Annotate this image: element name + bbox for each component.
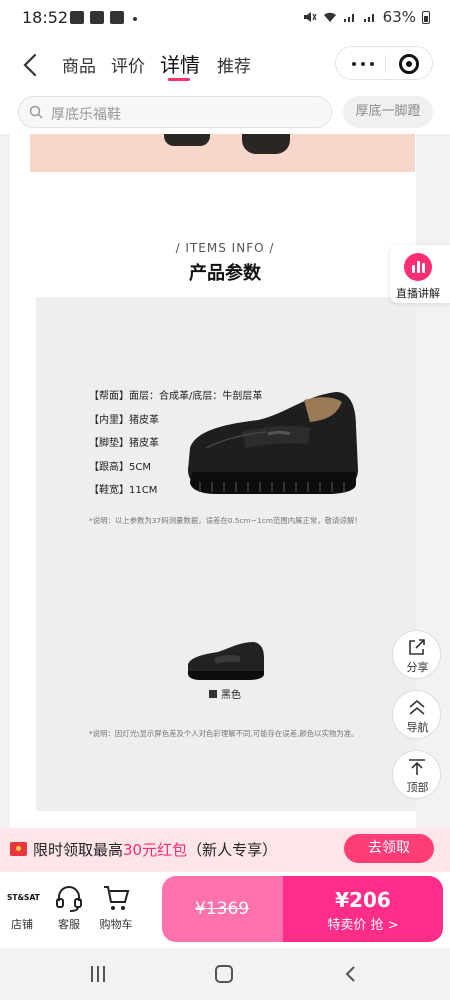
tab-details[interactable]: 详情	[160, 49, 200, 78]
search-icon	[29, 105, 43, 119]
measurement-note: *说明：以上参数为37码测量数据，误差在0.5cm~1cm范围内属正常，敬请谅解…	[89, 516, 362, 525]
signal-icon	[343, 14, 354, 22]
home-icon[interactable]	[215, 965, 233, 983]
service-label: 客服	[58, 918, 80, 931]
guide-label: 导航	[406, 721, 429, 734]
promo-text: 限时领取最高30元红包（新人专享）	[33, 839, 277, 860]
gallery-notification-icon	[70, 11, 84, 24]
cart-icon	[104, 886, 130, 910]
product-banner-image	[30, 134, 415, 172]
loafer-product-image	[188, 392, 358, 494]
miniprogram-capsule	[335, 46, 433, 80]
recents-icon[interactable]	[91, 966, 106, 982]
sale-price: ¥206	[335, 888, 391, 912]
tab-product[interactable]: 商品	[62, 52, 96, 77]
promo-prefix: 限时领取最高	[33, 841, 124, 859]
section-title: 产品参数	[189, 263, 261, 284]
cart-button[interactable]: 购物车	[96, 884, 136, 932]
status-time: 18:52	[22, 8, 69, 27]
video-notification-icon-2	[110, 11, 124, 24]
color-option-black[interactable]: 黑色	[209, 686, 241, 701]
double-chevron-up-icon	[409, 699, 425, 715]
live-label: 直播讲解	[396, 287, 440, 300]
black-loafer-thumbnail[interactable]	[186, 640, 266, 680]
video-notification-icon	[90, 11, 104, 24]
more-dots-icon[interactable]	[352, 62, 374, 66]
live-explain-button[interactable]: 直播讲解	[390, 245, 450, 303]
red-envelope-icon	[10, 842, 27, 856]
tab-reviews[interactable]: 评价	[111, 52, 145, 77]
capsule-divider	[385, 55, 386, 73]
battery-percent: 63%	[382, 8, 416, 26]
color-disclaimer-note: *说明：因灯光\显示屏色差及个人对色彩理解不同,可能存在误差,颜色以实物为准。	[89, 729, 359, 738]
battery-icon	[422, 10, 430, 24]
search-placeholder: 厚底乐福鞋	[51, 107, 121, 123]
system-back-icon[interactable]	[344, 965, 358, 983]
tab-recommend[interactable]: 推荐	[217, 52, 251, 77]
top-label: 顶部	[406, 781, 429, 794]
sale-price-label: 特卖价 抢 >	[327, 918, 399, 933]
status-right: 63%	[303, 8, 430, 26]
promo-suffix: （新人专享）	[187, 841, 278, 859]
to-top-icon	[409, 759, 425, 775]
original-price-section: ¥1369	[162, 876, 283, 942]
customer-service-button[interactable]: 客服	[49, 884, 89, 932]
color-swatch	[209, 689, 217, 698]
guide-button[interactable]: 导航	[392, 690, 441, 739]
share-button[interactable]: 分享	[392, 630, 441, 679]
close-miniprogram-icon[interactable]	[399, 54, 419, 74]
search-suggestion-chip[interactable]: 厚底一脚蹬	[343, 96, 433, 128]
store-button[interactable]: ST&SAT 店铺	[2, 884, 42, 932]
shoe-image-left	[164, 134, 210, 146]
headset-icon	[56, 886, 82, 912]
original-price: ¥1369	[195, 899, 250, 919]
back-arrow-icon[interactable]	[18, 52, 44, 78]
system-nav-bar	[0, 948, 450, 1000]
claim-coupon-button[interactable]: 去领取	[344, 834, 434, 863]
store-logo: ST&SAT	[7, 893, 40, 902]
back-to-top-button[interactable]: 顶部	[392, 750, 441, 799]
search-input[interactable]: 厚底乐福鞋	[18, 96, 332, 128]
share-label: 分享	[406, 661, 429, 674]
store-label: 店铺	[11, 918, 33, 931]
sale-price-section[interactable]: ¥206 特卖价 抢 >	[283, 876, 443, 942]
wifi-icon	[323, 12, 336, 22]
color-option-label: 黑色	[221, 690, 241, 701]
cart-label: 购物车	[99, 918, 133, 931]
promo-highlight: 30元红包	[123, 841, 188, 859]
shoe-image-right	[242, 134, 290, 154]
more-notifications-dot	[133, 17, 137, 21]
mute-icon	[303, 12, 317, 22]
status-bar: 18:52 63%	[0, 0, 450, 36]
active-tab-indicator	[168, 78, 190, 81]
live-icon	[404, 253, 432, 281]
buy-button[interactable]: ¥1369 ¥206 特卖价 抢 >	[162, 876, 443, 942]
share-icon	[409, 639, 425, 655]
section-subtitle: / ITEMS INFO /	[175, 241, 275, 255]
signal-icon-2	[363, 14, 374, 22]
